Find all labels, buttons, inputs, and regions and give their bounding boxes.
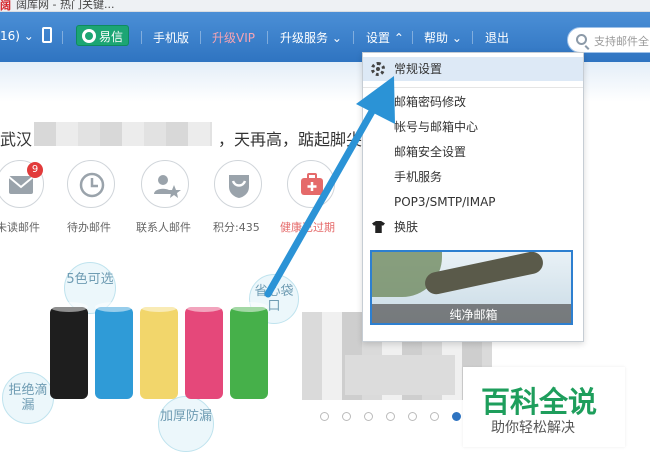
blurred-ad-area — [345, 355, 455, 395]
site-favicon-icon: 阔 — [0, 0, 11, 12]
upgrade-service-menu[interactable]: 升级服务 ⌄ — [280, 29, 342, 46]
phone-icon[interactable] — [42, 27, 52, 43]
menu-divider — [363, 87, 583, 88]
browser-tab-strip: 阔 阔库网 - 热门关键... — [0, 0, 650, 12]
todo-mail-button[interactable] — [67, 160, 115, 208]
account-center-item[interactable]: 帐号与邮箱中心 — [363, 115, 583, 139]
mobile-service-item[interactable]: 手机服务 — [363, 165, 583, 189]
skin-preview-thumbnail[interactable]: 纯净邮箱 — [370, 250, 573, 325]
product-roll-black — [50, 302, 88, 399]
points-button[interactable] — [214, 160, 262, 208]
carousel-dot[interactable] — [386, 412, 395, 421]
unread-count-badge: 9 — [27, 162, 43, 178]
product-roll-yellow — [140, 302, 178, 399]
change-skin-item[interactable]: 换肤 — [363, 215, 583, 239]
product-roll-pink — [185, 302, 223, 399]
quick-icon-label[interactable]: 健康已过期 — [280, 219, 335, 235]
yixin-icon — [82, 29, 96, 43]
points-shield-icon — [229, 175, 249, 198]
menu-item-label: 常规设置 — [394, 62, 443, 76]
watermark-title: 百科全说 — [481, 385, 598, 419]
settings-label: 设置 — [366, 31, 391, 45]
skin-preview-caption: 纯净邮箱 — [372, 304, 571, 323]
carousel-dot[interactable] — [430, 412, 439, 421]
health-kit-icon — [301, 173, 323, 195]
quick-icon-label[interactable]: 联系人邮件 — [136, 219, 191, 235]
product-roll-blue — [95, 302, 133, 399]
nav-divider — [62, 31, 63, 44]
upgrade-vip-link[interactable]: 升级VIP — [212, 29, 255, 46]
unread-count-dropdown[interactable]: 16) ⌄ — [0, 29, 34, 43]
nav-divider — [412, 31, 413, 44]
carousel-dot[interactable] — [342, 412, 351, 421]
quick-icon-label[interactable]: 积分:435 — [213, 219, 260, 235]
promo-bubble: 拒绝滴漏 — [2, 372, 54, 424]
unread-count-label: 16) — [0, 29, 20, 43]
health-button[interactable] — [287, 160, 335, 208]
browser-tab-title[interactable]: 阔库网 - 热门关键... — [16, 0, 114, 11]
general-settings-item[interactable]: 常规设置 — [363, 57, 583, 81]
mail-search-input[interactable]: 支持邮件全 — [567, 27, 650, 53]
watermark-subtitle: 助你轻松解决 — [491, 420, 575, 436]
contact-mail-button[interactable] — [141, 160, 189, 208]
carousel-dot-active[interactable] — [452, 412, 461, 421]
carousel-dot[interactable] — [364, 412, 373, 421]
product-roll-green — [230, 302, 268, 399]
clock-icon — [79, 172, 105, 198]
gear-icon — [371, 62, 385, 76]
nav-divider — [353, 31, 354, 44]
settings-dropdown: 常规设置 邮箱密码修改 帐号与邮箱中心 邮箱安全设置 手机服务 POP3/SMT… — [362, 52, 584, 342]
quick-icon-label[interactable]: 待办邮件 — [67, 219, 111, 235]
change-password-item[interactable]: 邮箱密码修改 — [363, 90, 583, 114]
nav-divider — [267, 31, 268, 44]
blurred-username — [34, 122, 212, 146]
nav-divider — [472, 31, 473, 44]
greeting-city: 武汉 — [0, 130, 33, 149]
menu-item-label: 换肤 — [394, 220, 419, 234]
upgrade-service-label: 升级服务 — [280, 31, 329, 45]
contact-star-icon — [154, 175, 181, 198]
shirt-icon — [372, 221, 385, 233]
quick-icon-label[interactable]: 未读邮件 — [0, 219, 40, 235]
mobile-version-link[interactable]: 手机版 — [153, 29, 189, 46]
yixin-button[interactable]: 易信 — [76, 25, 129, 46]
carousel-dot[interactable] — [408, 412, 417, 421]
help-label: 帮助 — [424, 31, 449, 45]
search-icon — [576, 34, 587, 45]
help-menu[interactable]: 帮助 ⌄ — [424, 29, 462, 46]
settings-menu[interactable]: 设置 ⌃ — [366, 29, 404, 46]
watermark-logo: 百科全说 助你轻松解决 — [463, 367, 625, 447]
yixin-label: 易信 — [99, 30, 124, 44]
security-settings-item[interactable]: 邮箱安全设置 — [363, 140, 583, 164]
nav-divider — [141, 31, 142, 44]
greeting-message: ，天再高，踮起脚尖 — [218, 130, 363, 149]
logout-link[interactable]: 退出 — [485, 29, 509, 46]
carousel-dot[interactable] — [320, 412, 329, 421]
pop3-smtp-imap-item[interactable]: POP3/SMTP/IMAP — [363, 190, 583, 214]
promo-bubble: 加厚防漏 — [158, 396, 214, 452]
nav-divider — [200, 31, 201, 44]
search-placeholder: 支持邮件全 — [594, 35, 649, 48]
